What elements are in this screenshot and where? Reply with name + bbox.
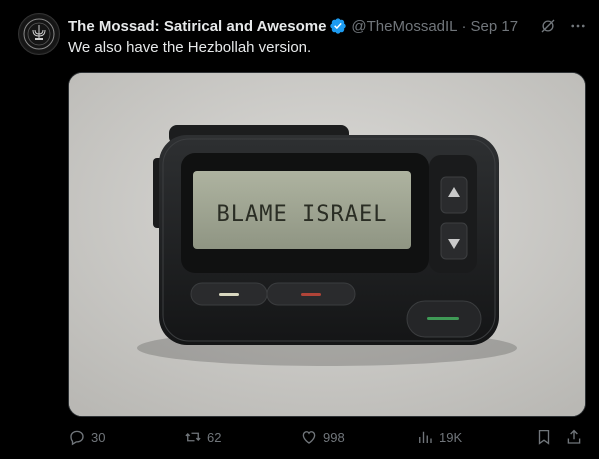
tweet-header: The Mossad: Satirical and Awesome @TheMo… [68,16,587,36]
repost-icon [185,432,201,442]
avatar-emblem-icon [20,15,58,53]
repost-count: 62 [207,429,222,445]
views-button[interactable]: 19K [416,428,462,446]
tweet-media-image[interactable]: BLAME ISRAEL [68,72,586,417]
tweet[interactable]: The Mossad: Satirical and Awesome @TheMo… [0,0,599,459]
reply-count: 30 [91,429,106,445]
like-count: 998 [323,429,345,445]
pager-screen-text: BLAME ISRAEL [217,202,388,227]
avatar[interactable] [18,13,60,55]
like-button[interactable]: 998 [300,428,345,446]
author-handle[interactable]: @TheMossadIL [351,18,457,35]
header-separator: · [461,17,467,35]
verified-badge-icon [329,17,347,35]
author-name[interactable]: The Mossad: Satirical and Awesome [68,18,326,35]
more-icon[interactable] [569,17,587,35]
bookmark-button[interactable] [535,428,553,446]
share-icon [567,429,581,444]
grok-icon[interactable] [539,17,557,35]
tweet-actions: 30 62 998 19K [68,428,588,450]
share-button[interactable] [565,428,583,446]
reply-button[interactable]: 30 [68,428,105,446]
repost-button[interactable]: 62 [184,428,221,446]
tweet-text: We also have the Hezbollah version. [68,39,312,56]
bookmark-icon [538,429,550,445]
tweet-date[interactable]: Sep 17 [471,18,519,35]
heart-icon [302,431,316,444]
views-icon [419,431,432,443]
views-count: 19K [439,429,463,445]
reply-icon [70,430,84,446]
